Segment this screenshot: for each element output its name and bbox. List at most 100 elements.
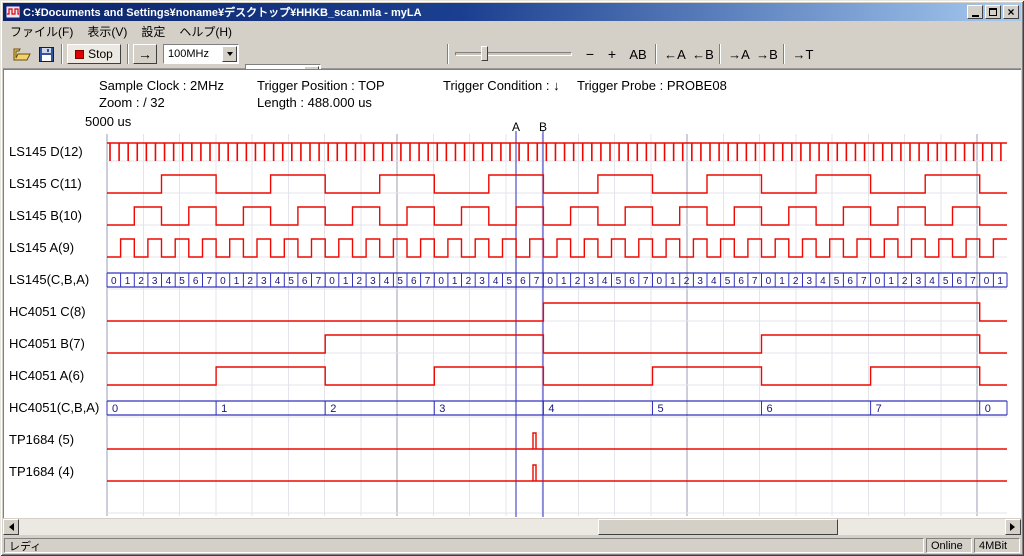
titlebar[interactable]: C:¥Documents and Settings¥noname¥デスクトップ¥… <box>3 3 1021 21</box>
window-title: C:¥Documents and Settings¥noname¥デスクトップ¥… <box>23 4 963 20</box>
svg-text:5: 5 <box>397 276 403 287</box>
svg-text:4: 4 <box>548 403 554 415</box>
dropdown-button[interactable] <box>222 46 237 62</box>
svg-text:6: 6 <box>738 276 744 287</box>
svg-text:7: 7 <box>316 276 322 287</box>
chevron-down-icon <box>227 52 233 59</box>
scroll-right-button[interactable] <box>1005 519 1021 535</box>
floppy-disk-icon <box>39 47 54 62</box>
svg-text:2: 2 <box>330 403 336 415</box>
svg-text:2: 2 <box>138 276 144 287</box>
svg-text:3: 3 <box>261 276 267 287</box>
svg-text:0: 0 <box>112 403 118 415</box>
zoom-out-button[interactable]: − <box>581 44 599 64</box>
svg-text:0: 0 <box>220 276 226 287</box>
svg-text:1: 1 <box>561 276 567 287</box>
toolbar-separator <box>655 44 657 64</box>
window-controls: × <box>967 5 1019 19</box>
svg-text:2: 2 <box>684 276 690 287</box>
svg-text:0: 0 <box>875 276 881 287</box>
slider-handle[interactable] <box>481 46 488 61</box>
zoom-in-button[interactable]: + <box>603 44 621 64</box>
marker-a-label: A <box>509 120 523 134</box>
set-marker-a-button[interactable]: →A <box>725 44 753 64</box>
menubar: ファイル(F)表示(V)設定ヘルプ(H) <box>3 22 1021 40</box>
minimize-button[interactable] <box>967 5 983 19</box>
toolbar-separator <box>61 44 63 64</box>
menu-item[interactable]: 設定 <box>134 22 172 41</box>
sample-clock-select[interactable]: 100MHz <box>163 44 239 64</box>
run-button[interactable]: → <box>133 44 157 64</box>
save-file-button[interactable] <box>35 44 57 64</box>
channel-label: HC4051 A(6) <box>9 368 109 384</box>
menu-item[interactable]: ヘルプ(H) <box>172 22 239 41</box>
svg-text:6: 6 <box>847 276 853 287</box>
zoom-info: Zoom : / 32 <box>99 95 165 110</box>
goto-marker-b-button[interactable]: ←B <box>689 44 717 64</box>
waveform-display[interactable]: 0123456701234567012345670123456701234567… <box>3 69 1021 518</box>
set-marker-b-button[interactable]: →B <box>753 44 781 64</box>
svg-text:7: 7 <box>861 276 867 287</box>
zoom-ab-button[interactable]: AB <box>625 44 651 64</box>
svg-text:7: 7 <box>643 276 649 287</box>
svg-text:0: 0 <box>984 276 990 287</box>
open-file-button[interactable] <box>11 44 33 64</box>
svg-text:1: 1 <box>670 276 676 287</box>
channel-label: HC4051 B(7) <box>9 336 109 352</box>
trigger-probe-info: Trigger Probe : PROBE08 <box>577 78 727 93</box>
svg-text:5: 5 <box>616 276 622 287</box>
svg-text:6: 6 <box>193 276 199 287</box>
svg-text:3: 3 <box>916 276 922 287</box>
arrow-left-icon <box>5 523 14 531</box>
stop-icon <box>75 50 84 59</box>
trigger-position-info: Trigger Position : TOP <box>257 78 385 93</box>
svg-text:5: 5 <box>288 276 294 287</box>
svg-text:4: 4 <box>493 276 499 287</box>
time-scale-label: 5000 us <box>85 114 131 129</box>
close-button[interactable]: × <box>1003 5 1019 19</box>
svg-text:5: 5 <box>179 276 185 287</box>
maximize-icon <box>989 8 997 16</box>
svg-text:7: 7 <box>425 276 431 287</box>
svg-text:2: 2 <box>247 276 253 287</box>
goto-marker-a-button[interactable]: ←A <box>661 44 689 64</box>
maximize-button[interactable] <box>985 5 1001 19</box>
svg-text:1: 1 <box>997 276 1003 287</box>
marker-b-label: B <box>536 120 550 134</box>
svg-text:1: 1 <box>234 276 240 287</box>
channel-label: LS145 C(11) <box>9 176 109 192</box>
menu-item[interactable]: ファイル(F) <box>3 22 80 41</box>
svg-text:7: 7 <box>534 276 540 287</box>
status-message: レディ <box>4 538 924 553</box>
channel-label: LS145 A(9) <box>9 240 109 256</box>
svg-text:0: 0 <box>329 276 335 287</box>
toolbar-separator <box>783 44 785 64</box>
svg-text:5: 5 <box>507 276 513 287</box>
svg-text:3: 3 <box>697 276 703 287</box>
svg-text:2: 2 <box>357 276 363 287</box>
svg-text:5: 5 <box>725 276 731 287</box>
svg-text:1: 1 <box>125 276 131 287</box>
channel-label: LS145 B(10) <box>9 208 109 224</box>
channel-label: LS145 D(12) <box>9 144 109 160</box>
goto-trigger-button[interactable]: →T <box>789 44 817 64</box>
svg-text:0: 0 <box>985 403 991 415</box>
svg-text:1: 1 <box>779 276 785 287</box>
open-folder-icon <box>13 47 31 62</box>
horizontal-scrollbar[interactable] <box>3 519 1021 535</box>
scrollbar-thumb[interactable] <box>598 519 838 535</box>
scroll-left-button[interactable] <box>3 519 19 535</box>
app-icon <box>6 5 20 19</box>
menu-item[interactable]: 表示(V) <box>80 22 134 41</box>
svg-text:4: 4 <box>166 276 172 287</box>
svg-text:1: 1 <box>452 276 458 287</box>
status-memory: 4MBit <box>974 538 1020 553</box>
svg-text:7: 7 <box>752 276 758 287</box>
zoom-slider[interactable] <box>455 46 575 62</box>
stop-button[interactable]: Stop <box>67 44 121 64</box>
toolbar: Stop → 100MHz TOP ↓ PROBE00 − + AB ←A ←B <box>3 40 1021 69</box>
stop-label: Stop <box>88 47 113 61</box>
arrow-right-icon <box>1010 523 1019 531</box>
svg-text:6: 6 <box>411 276 417 287</box>
svg-text:7: 7 <box>876 403 882 415</box>
